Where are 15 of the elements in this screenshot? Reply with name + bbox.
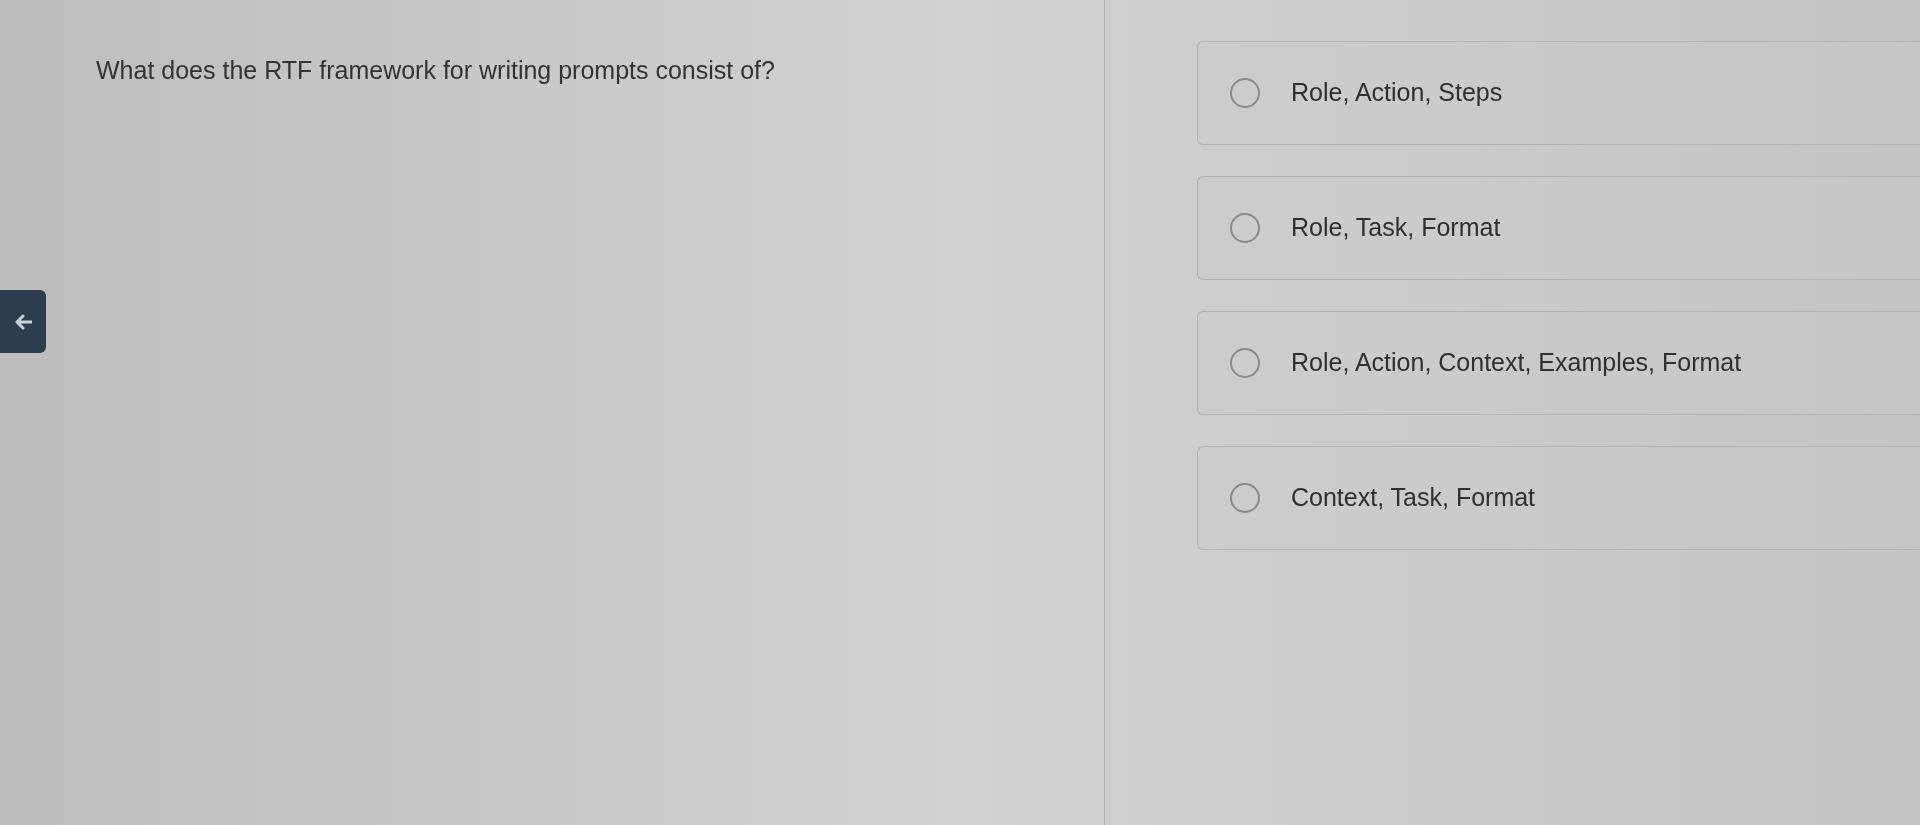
option-label: Role, Action, Context, Examples, Format <box>1291 347 1742 379</box>
answer-option[interactable]: Role, Action, Context, Examples, Format <box>1197 311 1920 415</box>
option-label: Context, Task, Format <box>1291 482 1536 514</box>
radio-button[interactable] <box>1230 348 1260 378</box>
answer-option[interactable]: Context, Task, Format <box>1197 446 1920 550</box>
answer-option[interactable]: Role, Task, Format <box>1197 176 1920 280</box>
radio-button[interactable] <box>1230 78 1260 108</box>
question-text: What does the RTF framework for writing prompts consist of? <box>96 55 776 86</box>
radio-button[interactable] <box>1230 483 1260 513</box>
answer-option[interactable]: Role, Action, Steps <box>1197 41 1920 145</box>
back-arrow-icon <box>14 313 32 330</box>
radio-button[interactable] <box>1230 213 1260 243</box>
option-label: Role, Task, Format <box>1291 212 1501 244</box>
back-button[interactable] <box>0 290 46 353</box>
option-label: Role, Action, Steps <box>1291 77 1503 109</box>
